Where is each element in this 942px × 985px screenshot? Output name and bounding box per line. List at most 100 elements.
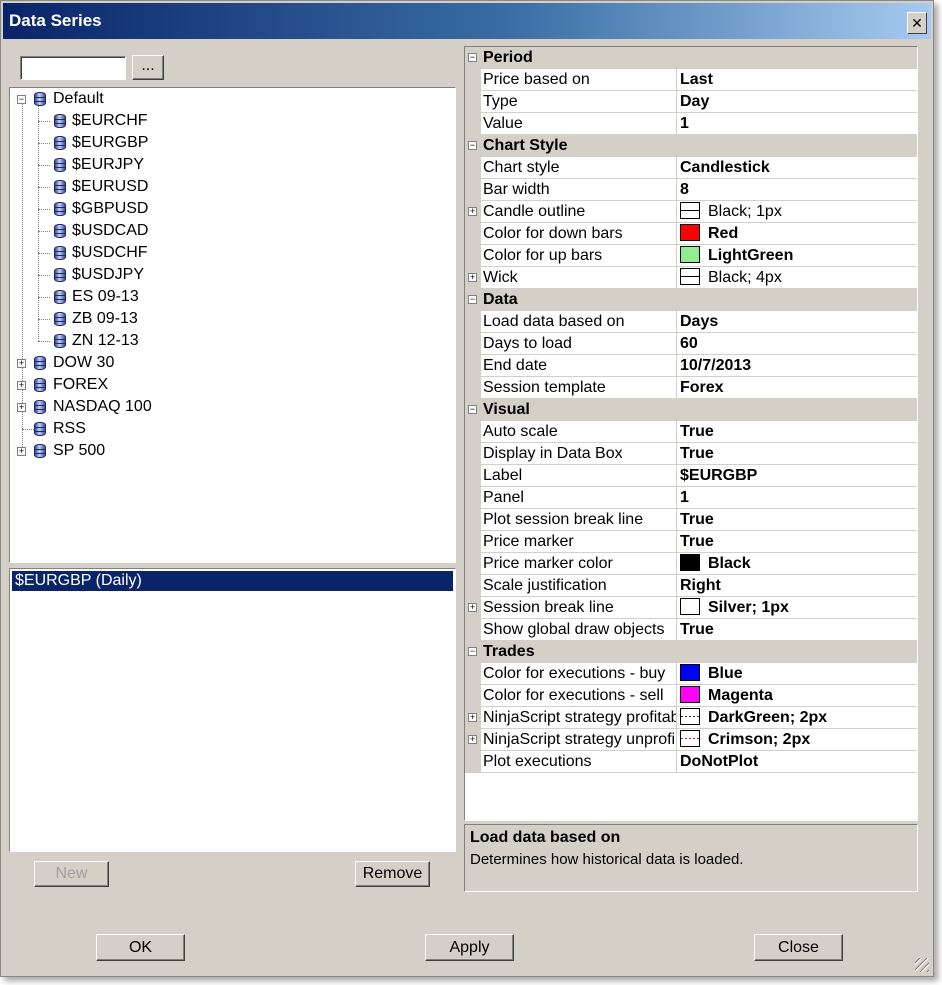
property-row[interactable]: + Candle outline Black; 1px: [465, 201, 917, 223]
property-value[interactable]: $EURGBP: [680, 465, 917, 487]
property-row[interactable]: Show global draw objects True: [465, 619, 917, 641]
property-value[interactable]: True: [680, 443, 917, 465]
property-value[interactable]: Black; 1px: [680, 201, 917, 223]
property-row[interactable]: Auto scale True: [465, 421, 917, 443]
property-value[interactable]: True: [680, 509, 917, 531]
browse-button[interactable]: ...: [132, 55, 164, 80]
property-row[interactable]: Price based on Last: [465, 69, 917, 91]
remove-button[interactable]: Remove: [355, 861, 430, 887]
property-row[interactable]: Label $EURGBP: [465, 465, 917, 487]
property-row[interactable]: Color for up bars LightGreen: [465, 245, 917, 267]
tree-node-item-4[interactable]: $GBPUSD: [10, 198, 450, 220]
property-value[interactable]: Magenta: [680, 685, 917, 707]
property-row[interactable]: Color for executions - buy Blue: [465, 663, 917, 685]
property-row[interactable]: Days to load 60: [465, 333, 917, 355]
property-value[interactable]: Last: [680, 69, 917, 91]
property-value[interactable]: Silver; 1px: [680, 597, 917, 619]
new-button[interactable]: New: [34, 861, 109, 887]
property-value[interactable]: 60: [680, 333, 917, 355]
expand-icon[interactable]: +: [468, 713, 477, 722]
tree-node-group-3[interactable]: RSS: [10, 418, 450, 440]
property-value[interactable]: 1: [680, 487, 917, 509]
collapse-icon[interactable]: −: [468, 405, 477, 414]
expand-icon[interactable]: +: [17, 381, 26, 390]
property-value[interactable]: Day: [680, 91, 917, 113]
category-visual[interactable]: − Visual: [465, 399, 917, 421]
collapse-icon[interactable]: −: [468, 647, 477, 656]
tree-node-item-10[interactable]: ZN 12-13: [10, 330, 450, 352]
property-value[interactable]: DoNotPlot: [680, 751, 917, 773]
property-row[interactable]: Plot session break line True: [465, 509, 917, 531]
expand-icon[interactable]: +: [17, 447, 26, 456]
property-value[interactable]: 1: [680, 113, 917, 135]
property-value[interactable]: 10/7/2013: [680, 355, 917, 377]
property-value[interactable]: Days: [680, 311, 917, 333]
instrument-tree[interactable]: − Default $EURCHF $EURGBP $EURJPY $EURUSD $GBP…: [9, 87, 456, 563]
category-data[interactable]: − Data: [465, 289, 917, 311]
close-button[interactable]: Close: [754, 934, 843, 961]
property-row[interactable]: Color for executions - sell Magenta: [465, 685, 917, 707]
collapse-icon[interactable]: −: [17, 95, 26, 104]
instrument-search-input[interactable]: [20, 56, 126, 80]
property-row[interactable]: + NinjaScript strategy unprofi Crimson; 2p…: [465, 729, 917, 751]
tree-node-default[interactable]: − Default: [10, 88, 450, 110]
property-row[interactable]: + Wick Black; 4px: [465, 267, 917, 289]
property-row[interactable]: End date 10/7/2013: [465, 355, 917, 377]
collapse-icon[interactable]: −: [468, 53, 477, 62]
tree-node-item-0[interactable]: $EURCHF: [10, 110, 450, 132]
tree-node-group-0[interactable]: + DOW 30: [10, 352, 450, 374]
tree-node-item-2[interactable]: $EURJPY: [10, 154, 450, 176]
close-icon[interactable]: ✕: [907, 12, 927, 34]
property-value[interactable]: Black: [680, 553, 917, 575]
property-row[interactable]: Price marker color Black: [465, 553, 917, 575]
collapse-icon[interactable]: −: [468, 141, 477, 150]
tree-node-item-9[interactable]: ZB 09-13: [10, 308, 450, 330]
property-row[interactable]: Display in Data Box True: [465, 443, 917, 465]
series-list-item-selected[interactable]: $EURGBP (Daily): [12, 571, 453, 591]
property-value[interactable]: True: [680, 619, 917, 641]
property-row[interactable]: Chart style Candlestick: [465, 157, 917, 179]
tree-node-item-3[interactable]: $EURUSD: [10, 176, 450, 198]
property-row[interactable]: + NinjaScript strategy profitab DarkGreen;…: [465, 707, 917, 729]
tree-node-item-7[interactable]: $USDJPY: [10, 264, 450, 286]
property-row[interactable]: Plot executions DoNotPlot: [465, 751, 917, 773]
expand-icon[interactable]: +: [17, 359, 26, 368]
property-value[interactable]: True: [680, 531, 917, 553]
property-value[interactable]: 8: [680, 179, 917, 201]
collapse-icon[interactable]: −: [468, 295, 477, 304]
property-row[interactable]: + Session break line Silver; 1px: [465, 597, 917, 619]
property-row[interactable]: Bar width 8: [465, 179, 917, 201]
category-trades[interactable]: − Trades: [465, 641, 917, 663]
expand-icon[interactable]: +: [468, 603, 477, 612]
property-grid[interactable]: − Period Price based on Last Type Day Value 1 − C…: [464, 46, 918, 821]
property-row[interactable]: Type Day: [465, 91, 917, 113]
expand-icon[interactable]: +: [17, 403, 26, 412]
title-bar[interactable]: Data Series ✕: [3, 3, 931, 39]
property-row[interactable]: Session template Forex: [465, 377, 917, 399]
series-list[interactable]: $EURGBP (Daily): [9, 568, 456, 852]
property-value[interactable]: Red: [680, 223, 917, 245]
expand-icon[interactable]: +: [468, 735, 477, 744]
property-value[interactable]: Forex: [680, 377, 917, 399]
property-value[interactable]: LightGreen: [680, 245, 917, 267]
property-row[interactable]: Value 1: [465, 113, 917, 135]
ok-button[interactable]: OK: [96, 934, 185, 961]
tree-node-item-5[interactable]: $USDCAD: [10, 220, 450, 242]
property-value[interactable]: Blue: [680, 663, 917, 685]
tree-node-group-2[interactable]: + NASDAQ 100: [10, 396, 450, 418]
property-value[interactable]: DarkGreen; 2px: [680, 707, 917, 729]
tree-node-group-1[interactable]: + FOREX: [10, 374, 450, 396]
apply-button[interactable]: Apply: [425, 934, 514, 961]
tree-node-group-4[interactable]: + SP 500: [10, 440, 450, 462]
property-row[interactable]: Price marker True: [465, 531, 917, 553]
property-row[interactable]: Panel 1: [465, 487, 917, 509]
property-value[interactable]: Right: [680, 575, 917, 597]
property-row[interactable]: Load data based on Days: [465, 311, 917, 333]
tree-node-item-6[interactable]: $USDCHF: [10, 242, 450, 264]
expand-icon[interactable]: +: [468, 207, 477, 216]
category-period[interactable]: − Period: [465, 47, 917, 69]
tree-node-item-8[interactable]: ES 09-13: [10, 286, 450, 308]
property-value[interactable]: Crimson; 2px: [680, 729, 917, 751]
property-value[interactable]: True: [680, 421, 917, 443]
property-row[interactable]: Scale justification Right: [465, 575, 917, 597]
